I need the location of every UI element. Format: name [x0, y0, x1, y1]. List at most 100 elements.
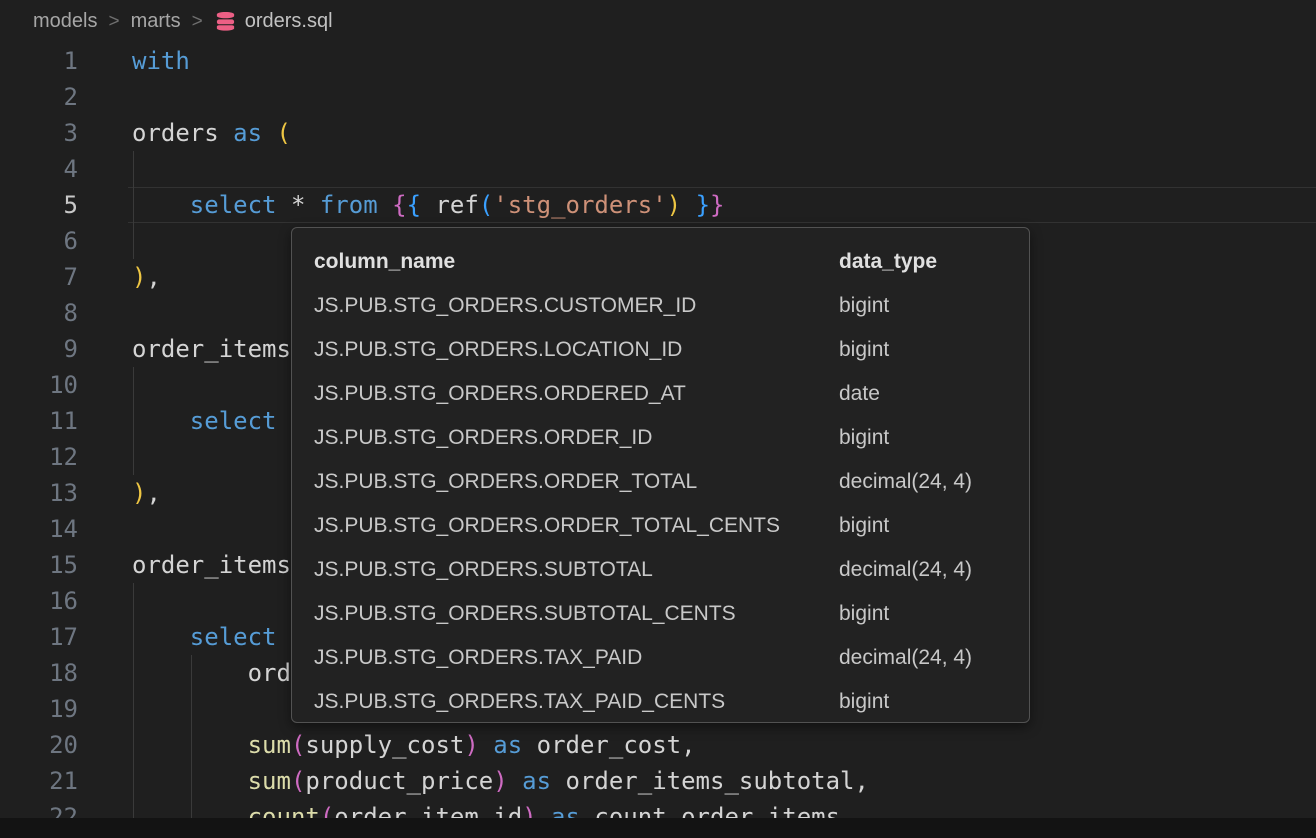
column-name-cell: JS.PUB.STG_ORDERS.CUSTOMER_ID: [314, 294, 839, 318]
code-token: [132, 731, 248, 759]
line-number[interactable]: 18: [0, 655, 78, 691]
line-number[interactable]: 1: [0, 43, 78, 79]
line-number[interactable]: 10: [0, 367, 78, 403]
code-token: ): [493, 767, 507, 795]
indent-guide: [133, 727, 134, 763]
bottom-panel-edge: [0, 818, 1316, 838]
indent-guide: [133, 223, 134, 259]
breadcrumb-item-models[interactable]: models: [33, 10, 97, 33]
code-line-2[interactable]: 2: [0, 79, 1316, 115]
code-token: as: [233, 119, 262, 147]
table-row: JS.PUB.STG_ORDERS.ORDER_TOTALdecimal(24,…: [314, 460, 1029, 504]
breadcrumb-item-file[interactable]: orders.sql: [214, 10, 333, 34]
code-text: sum(supply_cost) as order_cost,: [132, 727, 696, 763]
code-text: select: [132, 619, 277, 655]
code-token: {: [392, 191, 406, 219]
line-number[interactable]: 14: [0, 511, 78, 547]
line-number[interactable]: 8: [0, 295, 78, 331]
code-token: supply_cost: [305, 731, 464, 759]
code-token: (: [291, 731, 305, 759]
code-token: ): [132, 479, 146, 507]
line-number[interactable]: 4: [0, 151, 78, 187]
code-text: sum(product_price) as order_items_subtot…: [132, 763, 869, 799]
code-token: ): [667, 191, 681, 219]
code-token: [508, 767, 522, 795]
code-token: 'stg_orders': [493, 191, 666, 219]
table-row: JS.PUB.STG_ORDERS.ORDERED_ATdate: [314, 372, 1029, 416]
table-row: JS.PUB.STG_ORDERS.ORDER_TOTAL_CENTSbigin…: [314, 504, 1029, 548]
data-type-cell: bigint: [839, 514, 1029, 538]
table-row: JS.PUB.STG_ORDERS.CUSTOMER_IDbigint: [314, 284, 1029, 328]
code-line-21[interactable]: 21 sum(product_price) as order_items_sub…: [0, 763, 1316, 799]
line-number[interactable]: 9: [0, 331, 78, 367]
code-line-4[interactable]: 4: [0, 151, 1316, 187]
indent-guide: [133, 187, 134, 223]
line-number[interactable]: 2: [0, 79, 78, 115]
code-token: orders: [132, 119, 233, 147]
code-token: order_items: [132, 551, 291, 579]
code-token: (: [479, 191, 493, 219]
code-token: ): [464, 731, 478, 759]
line-number[interactable]: 16: [0, 583, 78, 619]
line-number[interactable]: 11: [0, 403, 78, 439]
column-header-type: data_type: [839, 250, 1029, 274]
code-line-20[interactable]: 20 sum(supply_cost) as order_cost,: [0, 727, 1316, 763]
line-number[interactable]: 12: [0, 439, 78, 475]
code-line-5[interactable]: 5 select * from {{ ref('stg_orders') }}: [0, 187, 1316, 223]
code-token: [378, 191, 392, 219]
data-type-cell: bigint: [839, 602, 1029, 626]
indent-guide: [191, 727, 192, 763]
column-name-cell: JS.PUB.STG_ORDERS.LOCATION_ID: [314, 338, 839, 362]
column-header-name: column_name: [314, 250, 839, 274]
code-token: *: [277, 191, 320, 219]
code-token: [681, 191, 695, 219]
breadcrumb-item-marts[interactable]: marts: [131, 10, 181, 33]
code-token: (: [277, 119, 291, 147]
code-text: order_items: [132, 547, 291, 583]
line-number[interactable]: 6: [0, 223, 78, 259]
code-text: select * from {{ ref('stg_orders') }}: [132, 187, 724, 223]
code-token: }: [710, 191, 724, 219]
code-token: }: [696, 191, 710, 219]
line-number[interactable]: 13: [0, 475, 78, 511]
code-editor-window: { "colors": { "editor_background": "#1f1…: [0, 0, 1316, 838]
code-line-1[interactable]: 1 with: [0, 43, 1316, 79]
data-type-cell: decimal(24, 4): [839, 646, 1029, 670]
breadcrumb: models > marts > orders.sql: [0, 0, 1316, 43]
indent-guide: [133, 619, 134, 655]
code-text: ord: [132, 655, 291, 691]
popup-rows: JS.PUB.STG_ORDERS.CUSTOMER_IDbigintJS.PU…: [314, 284, 1029, 723]
code-token: as: [522, 767, 551, 795]
table-row: JS.PUB.STG_ORDERS.SUBTOTALdecimal(24, 4): [314, 548, 1029, 592]
code-token: with: [132, 47, 190, 75]
database-icon: [214, 10, 237, 34]
data-type-cell: decimal(24, 4): [839, 470, 1029, 494]
line-number[interactable]: 17: [0, 619, 78, 655]
code-token: sum: [248, 767, 291, 795]
line-number[interactable]: 3: [0, 115, 78, 151]
data-type-cell: bigint: [839, 294, 1029, 318]
column-name-cell: JS.PUB.STG_ORDERS.SUBTOTAL_CENTS: [314, 602, 839, 626]
indent-guide: [133, 367, 134, 403]
code-token: ,: [146, 479, 160, 507]
indent-guide: [133, 403, 134, 439]
line-number[interactable]: 5: [0, 187, 78, 223]
code-token: select: [190, 191, 277, 219]
code-token: {: [407, 191, 421, 219]
code-text: order_items: [132, 331, 291, 367]
breadcrumb-separator: >: [108, 11, 119, 33]
code-token: select: [190, 623, 277, 651]
code-token: [132, 623, 190, 651]
table-row: JS.PUB.STG_ORDERS.TAX_PAID_CENTSbigint: [314, 680, 1029, 723]
line-number[interactable]: 19: [0, 691, 78, 727]
line-number[interactable]: 7: [0, 259, 78, 295]
indent-guide: [191, 763, 192, 799]
code-line-3[interactable]: 3 orders as (: [0, 115, 1316, 151]
code-token: [262, 119, 276, 147]
indent-guide: [133, 763, 134, 799]
line-number[interactable]: 15: [0, 547, 78, 583]
column-name-cell: JS.PUB.STG_ORDERS.TAX_PAID: [314, 646, 839, 670]
line-number[interactable]: 20: [0, 727, 78, 763]
line-number[interactable]: 21: [0, 763, 78, 799]
code-token: ord: [132, 659, 291, 687]
